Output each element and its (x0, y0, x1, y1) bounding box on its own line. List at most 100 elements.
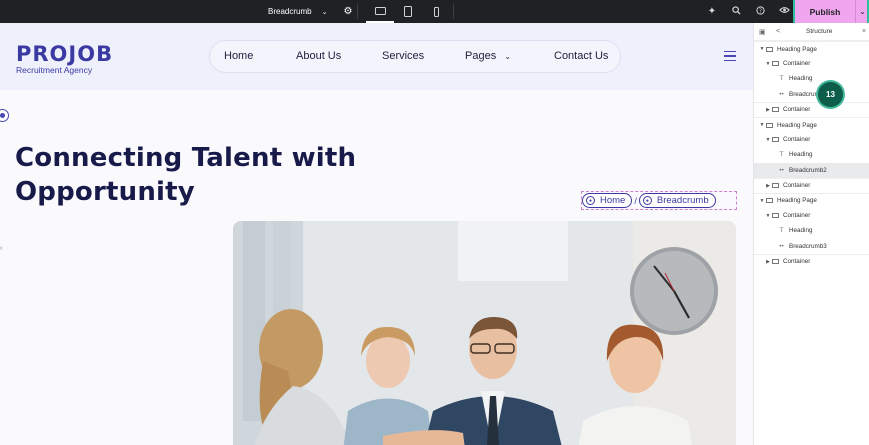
chevron-down-icon: ⌄ (321, 8, 328, 16)
tree-item-label: Heading Page (777, 197, 817, 205)
heading-line-2: Opportunity (15, 177, 195, 207)
help-icon[interactable]: ? (748, 5, 772, 18)
section-icon (766, 198, 773, 204)
divider (453, 4, 454, 19)
device-switcher (366, 0, 450, 23)
panel-title: Structure (806, 28, 833, 35)
heading-line-1: Connecting Talent with (15, 143, 357, 173)
home-icon: ● (586, 196, 595, 205)
caret-right-icon: ▶ (766, 106, 770, 113)
editor-topbar: Breadcrumb ⌄ ⚙ ✦ ? (0, 0, 869, 23)
tree-item-container[interactable]: ▶ Container (754, 253, 869, 269)
breadcrumb-current-label: Breadcrumb (656, 195, 709, 206)
document-selector[interactable]: Breadcrumb ⌄ ⚙ (268, 0, 352, 23)
nav-item-services[interactable]: Services (382, 50, 424, 62)
settings-icon[interactable]: ⚙ (343, 6, 352, 17)
search-icon[interactable] (724, 5, 748, 18)
tree-item-container[interactable]: ▼ Container (754, 132, 869, 147)
logo-text: PROJOB (16, 42, 114, 66)
text-icon: T (779, 227, 784, 235)
breadcrumb-current[interactable]: ● Breadcrumb (638, 193, 716, 208)
caret-down-icon: ▼ (765, 212, 771, 219)
breadcrumb-icon: •• (779, 166, 784, 174)
container-icon (772, 137, 779, 143)
mobile-view-button[interactable] (422, 0, 450, 23)
caret-right-icon: ▶ (766, 182, 770, 189)
tree-item-label: Breadcrumb2 (789, 166, 827, 174)
panel-header: ▣ < Structure × (754, 23, 869, 41)
tree-item-label: Container (783, 212, 811, 220)
tree-item-heading[interactable]: T Heading (754, 223, 869, 238)
section-icon (766, 122, 773, 128)
container-icon (772, 107, 779, 113)
nav-item-home[interactable]: Home (224, 50, 253, 62)
close-icon[interactable]: × (862, 28, 866, 35)
tree-item-container[interactable]: ▶ Container (754, 101, 869, 117)
container-icon (772, 259, 779, 265)
tree-item-breadcrumb2[interactable]: •• Breadcrumb2 (754, 162, 869, 178)
section-handle-icon[interactable] (0, 109, 9, 122)
caret-down-icon: ▼ (759, 46, 765, 53)
tree-item-container[interactable]: ▼ Container (754, 56, 869, 71)
breadcrumb-separator: / (634, 195, 637, 206)
tree-item-container[interactable]: ▶ Container (754, 177, 869, 193)
tree-item-breadcrumb3[interactable]: •• Breadcrumb3 (754, 238, 869, 253)
panel-layout-icon[interactable]: ▣ (759, 28, 766, 36)
container-icon (772, 213, 779, 219)
desktop-view-button[interactable] (366, 0, 394, 23)
main-nav: Home About Us Services Pages ⌄ Contact Us (209, 40, 621, 73)
structure-tree: ▼ Heading Page ▼ Container T Heading •• … (754, 41, 869, 269)
site-logo[interactable]: PROJOB Recruitment Agency (16, 42, 113, 75)
sparkle-icon[interactable]: ✦ (700, 6, 724, 17)
tablet-view-button[interactable] (394, 0, 422, 23)
tree-item-heading[interactable]: T Heading (754, 147, 869, 162)
breadcrumb-home[interactable]: ● Home (582, 193, 633, 208)
structure-panel: ▣ < Structure × ▼ Heading Page ▼ Contain… (753, 23, 869, 445)
menu-icon[interactable] (724, 51, 736, 64)
page-heading: Connecting Talent with Opportunity (15, 141, 356, 209)
logo-tagline: Recruitment Agency (16, 65, 93, 75)
tree-item-label: Container (783, 258, 811, 266)
breadcrumb-icon: •• (779, 242, 784, 250)
nav-item-pages[interactable]: Pages ⌄ (465, 50, 511, 62)
tree-item-heading-page[interactable]: ▼ Heading Page (754, 192, 869, 208)
caret-down-icon: ▼ (765, 136, 771, 143)
caret-down-icon: ▼ (759, 122, 765, 129)
divider (357, 4, 358, 19)
topbar-actions: ✦ ? (700, 0, 796, 23)
tutorial-step-badge: 13 (818, 82, 843, 107)
caret-right-icon: ▶ (766, 258, 770, 265)
container-icon (772, 183, 779, 189)
tree-item-label: Heading (789, 75, 813, 83)
site-header: PROJOB Recruitment Agency Home About Us … (0, 23, 753, 90)
tree-item-heading-page[interactable]: ▼ Heading Page (754, 41, 869, 56)
tree-item-label: Breadcrumb3 (789, 242, 827, 250)
tablet-icon (404, 6, 412, 17)
hero-image (233, 221, 736, 445)
breadcrumb-icon: •• (779, 90, 784, 98)
nav-item-about[interactable]: About Us (296, 50, 341, 62)
svg-text:?: ? (759, 8, 762, 14)
breadcrumb-home-label: Home (600, 195, 626, 206)
tree-item-container[interactable]: ▼ Container (754, 208, 869, 223)
tree-item-label: Heading (789, 151, 813, 159)
chevron-down-icon: ⌄ (504, 52, 511, 61)
caret-down-icon: ▼ (759, 197, 765, 204)
tree-item-breadcrumb[interactable]: •• Breadcrumb (754, 87, 869, 102)
desktop-icon (374, 6, 386, 15)
tree-item-heading[interactable]: T Heading (754, 71, 869, 86)
tree-item-label: Heading Page (777, 45, 817, 53)
text-icon: T (779, 75, 784, 83)
tree-item-heading-page[interactable]: ▼ Heading Page (754, 116, 869, 132)
nav-item-contact[interactable]: Contact Us (554, 50, 608, 62)
tree-item-label: Container (783, 60, 811, 68)
tree-item-label: Container (783, 182, 811, 190)
tree-item-label: Container (783, 136, 811, 144)
container-icon (772, 61, 779, 67)
page-icon: ● (642, 196, 652, 205)
nav-item-pages-label: Pages (465, 50, 497, 62)
caret-down-icon: ▼ (765, 60, 771, 67)
chevron-left-icon[interactable]: ‹ (0, 245, 2, 252)
share-icon[interactable]: < (776, 28, 780, 35)
tree-item-label: Container (783, 106, 811, 114)
